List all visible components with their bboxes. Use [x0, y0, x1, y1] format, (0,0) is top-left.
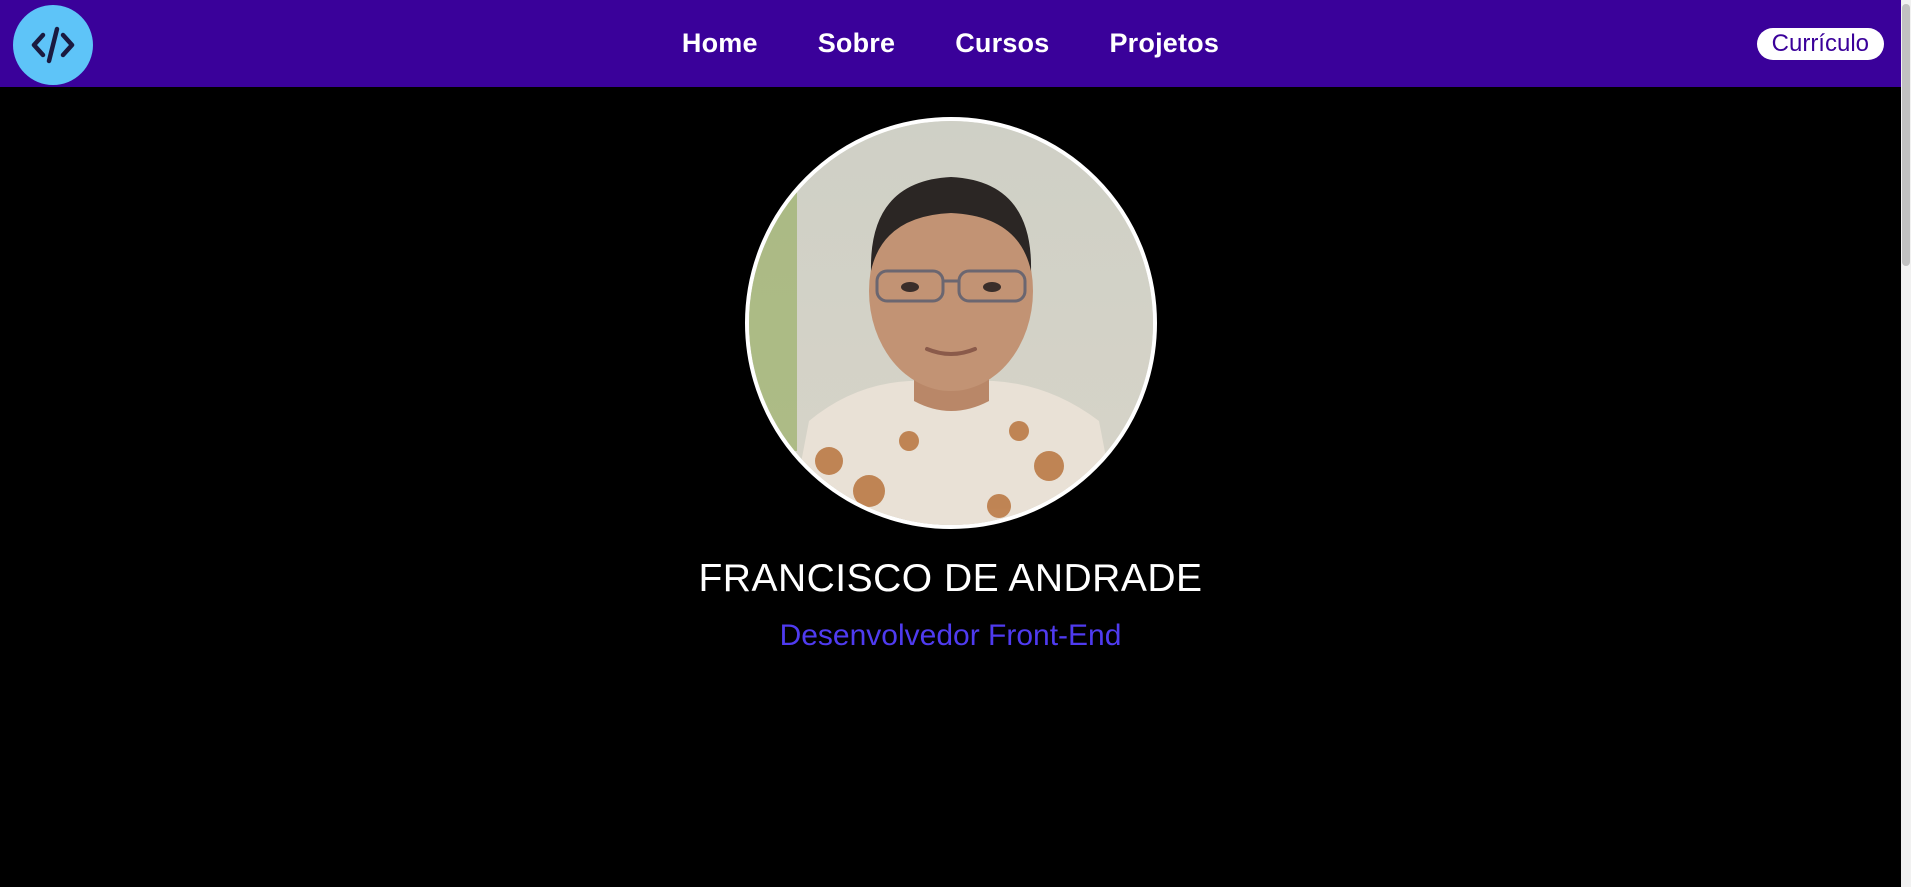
nav-link-projetos[interactable]: Projetos [1109, 28, 1219, 59]
page: Home Sobre Cursos Projetos Currículo FRA… [0, 0, 1911, 887]
hero-name: FRANCISCO DE ANDRADE [698, 557, 1203, 600]
nav-links: Home Sobre Cursos Projetos [0, 0, 1901, 87]
curriculo-button[interactable]: Currículo [1756, 28, 1884, 60]
nav-link-cursos[interactable]: Cursos [955, 28, 1049, 59]
profile-photo [744, 117, 1157, 529]
scrollbar[interactable] [1901, 0, 1911, 887]
nav-link-home[interactable]: Home [682, 28, 758, 59]
hero-role: Desenvolvedor Front-End [779, 619, 1122, 652]
navbar: Home Sobre Cursos Projetos Currículo [0, 0, 1901, 87]
hero-section: FRANCISCO DE ANDRADE Desenvolvedor Front… [0, 87, 1901, 653]
profile-photo-illustration [748, 121, 1153, 525]
scrollbar-thumb[interactable] [1902, 4, 1910, 266]
nav-link-sobre[interactable]: Sobre [818, 28, 896, 59]
